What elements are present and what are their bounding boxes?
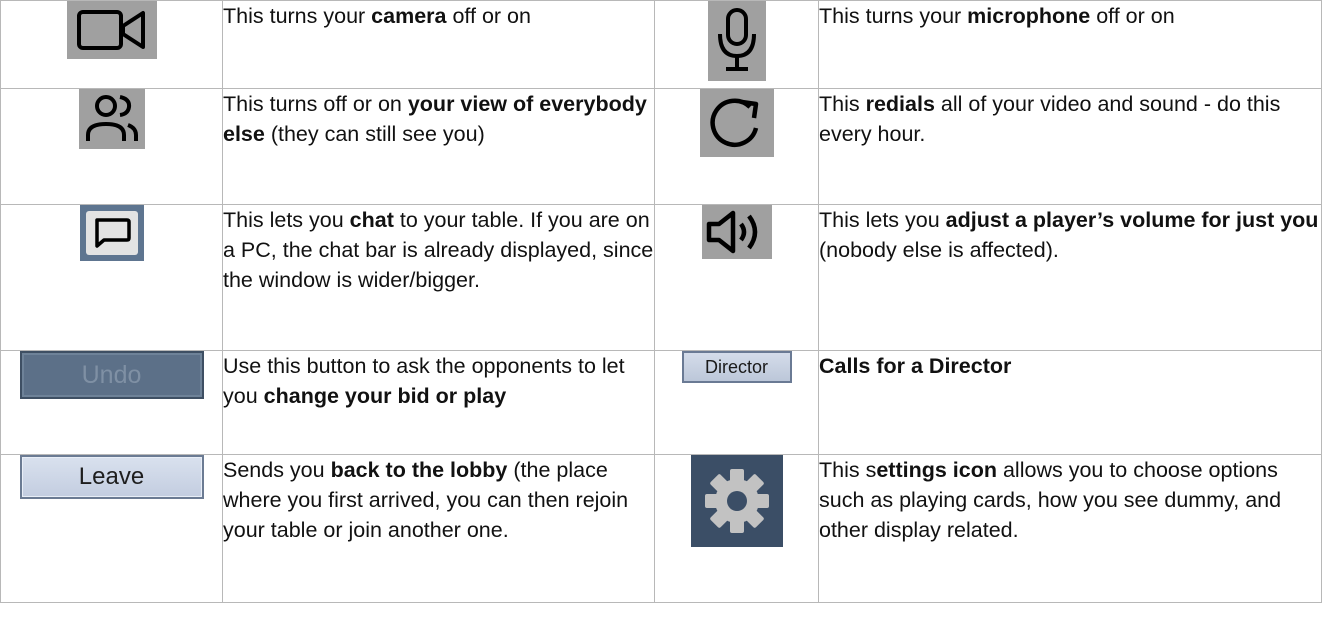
icon-cell [0,204,223,351]
director-button-image: Director [681,351,792,383]
icon-cell [0,0,223,89]
description-settings: This settings icon allows you to choose … [818,454,1322,603]
description-volume: This lets you adjust a player’s volume f… [818,204,1322,351]
people-icon [78,89,145,149]
table-row: This turns off or on your view of everyb… [0,88,1322,205]
icon-cell [654,88,819,205]
description-undo: Use this button to ask the opponents to … [222,350,655,455]
icon-cell: Director [654,350,819,455]
table-row: This turns your camera off or on This tu… [0,0,1322,89]
icon-cell [654,204,819,351]
icon-cell [654,0,819,89]
gear-icon [690,455,783,547]
microphone-icon [707,1,766,81]
camera-icon [66,1,157,59]
description-director: Calls for a Director [818,350,1322,455]
description-redial: This redials all of your video and sound… [818,88,1322,205]
icon-cell: Undo [0,350,223,455]
table-row: This lets you chat to your table. If you… [0,204,1322,351]
redial-icon [699,89,774,157]
description-view-others: This turns off or on your view of everyb… [222,88,655,205]
icon-cell: Leave [0,454,223,603]
icon-cell [654,454,819,603]
description-microphone: This turns your microphone off or on [818,0,1322,89]
speaker-icon [701,205,772,259]
table-row: Undo Use this button to ask the opponent… [0,350,1322,455]
icon-cell [0,88,223,205]
description-leave: Sends you back to the lobby (the place w… [222,454,655,603]
leave-button-image: Leave [19,455,204,499]
description-chat: This lets you chat to your table. If you… [222,204,655,351]
table-row: Leave Sends you back to the lobby (the p… [0,454,1322,603]
chat-icon [79,205,144,261]
icon-guide-table: This turns your camera off or on This tu… [0,0,1322,603]
description-camera: This turns your camera off or on [222,0,655,89]
undo-button-image: Undo [19,351,204,399]
